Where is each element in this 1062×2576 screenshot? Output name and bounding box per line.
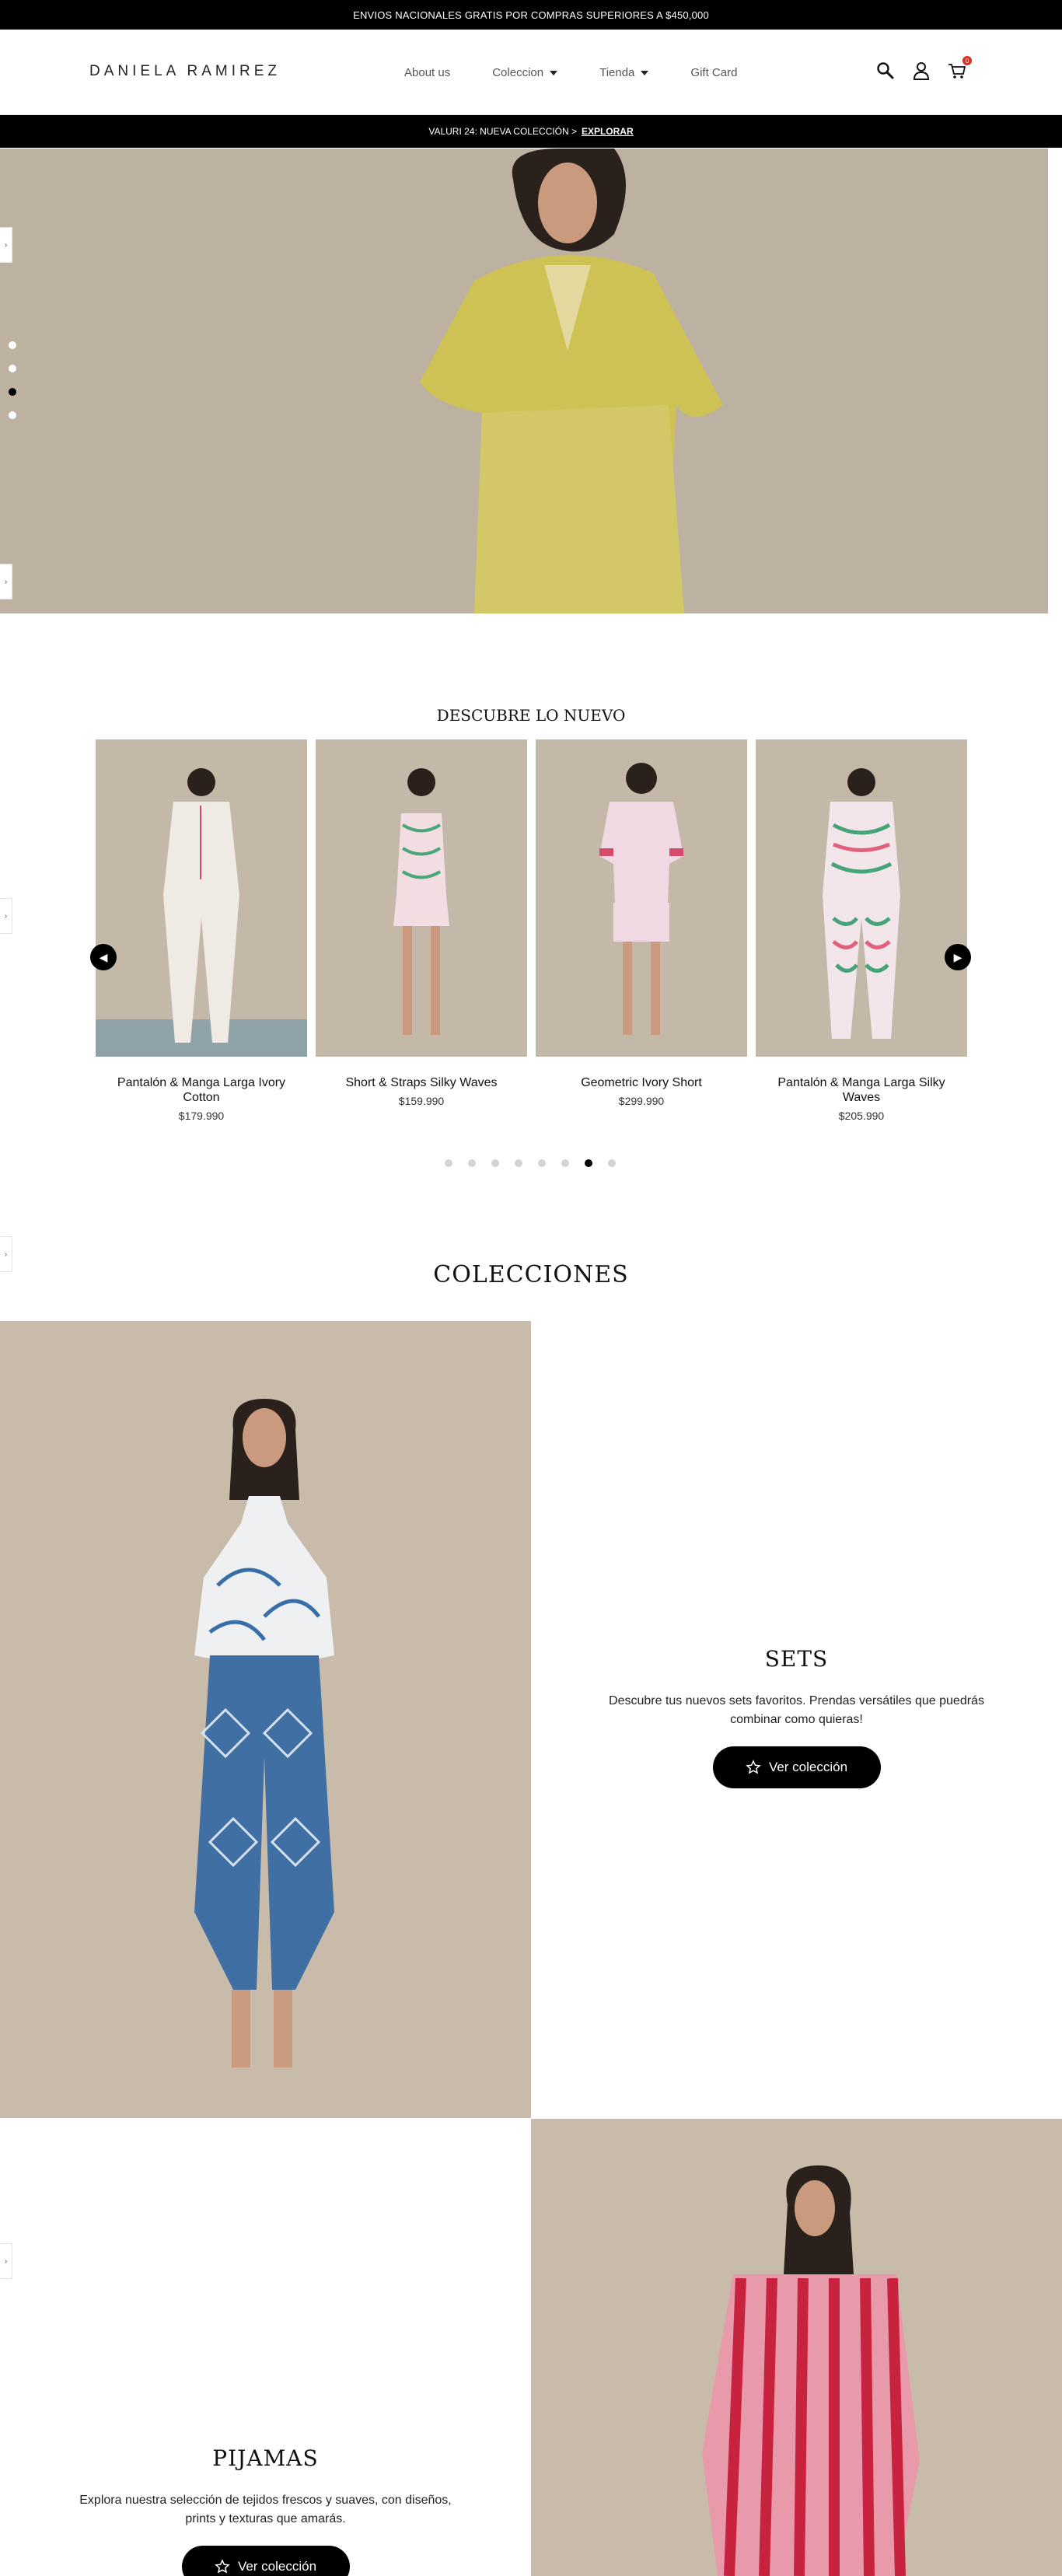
sets-collection-text: SETS Descubre tus nuevos sets favoritos.… xyxy=(531,1646,1062,1788)
pijamas-description-line-2: prints y texturas que amarás. xyxy=(185,2512,346,2525)
pijamas-title: PIJAMAS xyxy=(212,2445,319,2471)
side-drawer-tab[interactable]: › xyxy=(0,227,12,263)
product-price: $205.990 xyxy=(838,1110,885,1122)
product-name[interactable]: Pantalón & Manga Larga Ivory Cotton xyxy=(96,1075,307,1105)
pijamas-collection-text: PIJAMAS Explora nuestra selección de tej… xyxy=(0,2445,531,2576)
pijamas-description-line-1: Explora nuestra selección de tejidos fre… xyxy=(79,2494,452,2507)
nav-about-us[interactable]: About us xyxy=(404,66,450,79)
nav-coleccion[interactable]: Coleccion xyxy=(492,66,558,79)
site-header: DANIELA RAMIREZ About us Coleccion Tiend… xyxy=(0,30,1062,115)
shipping-banner: ENVIOS NACIONALES GRATIS POR COMPRAS SUP… xyxy=(0,0,1062,30)
pijamas-description: Explora nuestra selección de tejidos fre… xyxy=(0,2491,531,2529)
pijamas-view-collection-button[interactable]: Ver colección xyxy=(181,2546,350,2576)
hero-dot-active[interactable] xyxy=(9,388,16,396)
product-name[interactable]: Pantalón & Manga Larga Silky Waves xyxy=(756,1075,967,1105)
chevron-right-icon: › xyxy=(4,240,8,250)
hero-dot[interactable] xyxy=(9,365,16,372)
carousel-prev-button[interactable]: ◀ xyxy=(90,944,117,970)
chevron-right-icon: › xyxy=(4,911,8,921)
nav-about-us-label: About us xyxy=(404,66,451,79)
side-drawer-tab[interactable]: › xyxy=(0,2243,12,2279)
explorar-link[interactable]: EXPLORAR xyxy=(582,126,634,137)
side-drawer-tab[interactable]: › xyxy=(0,564,12,599)
sets-description-line-1: Descubre tus nuevos sets favoritos. Pren… xyxy=(609,1694,984,1707)
product-card[interactable]: Geometric Ivory Short $299.990 xyxy=(536,739,747,1107)
product-image[interactable] xyxy=(316,739,527,1057)
nav-coleccion-label: Coleccion xyxy=(492,66,544,79)
nav-tienda-label: Tienda xyxy=(599,66,635,79)
search-icon[interactable] xyxy=(875,61,896,81)
nav-gift-card[interactable]: Gift Card xyxy=(690,66,737,79)
product-name[interactable]: Geometric Ivory Short xyxy=(536,1075,747,1090)
product-image[interactable] xyxy=(536,739,747,1057)
carousel-dot[interactable] xyxy=(608,1159,616,1167)
chevron-right-icon: › xyxy=(4,2256,8,2266)
sets-title: SETS xyxy=(764,1646,829,1672)
product-image[interactable] xyxy=(756,739,967,1057)
product-card[interactable]: Pantalón & Manga Larga Ivory Cotton $179… xyxy=(96,739,307,1122)
hero-model-image xyxy=(420,149,723,613)
sets-collection-image[interactable] xyxy=(0,1321,531,2118)
user-icon[interactable] xyxy=(911,61,931,81)
product-image[interactable] xyxy=(96,739,307,1057)
cart-count-badge: 0 xyxy=(962,56,972,65)
sets-description-line-2: combinar como quieras! xyxy=(730,1713,863,1726)
star-icon xyxy=(215,2559,230,2574)
carousel-dot[interactable] xyxy=(491,1159,499,1167)
hero-edge xyxy=(1048,149,1062,613)
chevron-right-icon: ▶ xyxy=(953,950,962,963)
product-price: $159.990 xyxy=(398,1095,445,1107)
nav-tienda[interactable]: Tienda xyxy=(599,66,649,79)
collections-title: COLECCIONES xyxy=(433,1261,629,1288)
carousel-dot[interactable] xyxy=(468,1159,476,1167)
carousel-pagination xyxy=(445,1159,616,1167)
chevron-down-icon xyxy=(550,70,558,75)
nav-gift-card-label: Gift Card xyxy=(690,66,738,79)
product-card[interactable]: Short & Straps Silky Waves $159.990 xyxy=(316,739,527,1107)
header-actions: 0 xyxy=(875,56,972,81)
sets-button-label: Ver colección xyxy=(768,1760,848,1774)
main-nav: About us Coleccion Tienda Gift Card xyxy=(404,66,779,79)
product-price: $179.990 xyxy=(178,1110,225,1122)
side-drawer-tab[interactable]: › xyxy=(0,898,12,934)
chevron-down-icon xyxy=(641,70,649,75)
hero-dot[interactable] xyxy=(9,411,16,419)
sets-view-collection-button[interactable]: Ver colección xyxy=(712,1746,881,1788)
carousel-dot[interactable] xyxy=(515,1159,522,1167)
sets-description: Descubre tus nuevos sets favoritos. Pren… xyxy=(531,1692,1062,1729)
announcement-text: VALURI 24: NUEVA COLECCIÓN > xyxy=(428,126,577,137)
collection-announcement: VALURI 24: NUEVA COLECCIÓN > EXPLORAR xyxy=(0,115,1062,148)
pijamas-collection-image[interactable] xyxy=(531,2119,1062,2576)
carousel-dot[interactable] xyxy=(445,1159,452,1167)
chevron-right-icon: › xyxy=(4,1250,8,1259)
product-card[interactable]: Pantalón & Manga Larga Silky Waves $205.… xyxy=(756,739,967,1122)
carousel-dot[interactable] xyxy=(561,1159,569,1167)
hero-pagination xyxy=(9,341,16,419)
product-price: $299.990 xyxy=(618,1095,665,1107)
shipping-banner-text: ENVIOS NACIONALES GRATIS POR COMPRAS SUP… xyxy=(353,9,709,21)
hero-slider[interactable] xyxy=(0,149,1062,613)
cart-icon[interactable]: 0 xyxy=(947,56,972,81)
carousel-dot-active[interactable] xyxy=(585,1159,592,1167)
chevron-left-icon: ◀ xyxy=(99,950,108,963)
star-icon xyxy=(746,1760,761,1774)
brand-logo[interactable]: DANIELA RAMIREZ xyxy=(89,63,281,80)
hero-dot[interactable] xyxy=(9,341,16,349)
pijamas-button-label: Ver colección xyxy=(237,2559,317,2574)
chevron-right-icon: › xyxy=(4,577,8,586)
carousel-next-button[interactable]: ▶ xyxy=(945,944,971,970)
carousel-dot[interactable] xyxy=(538,1159,546,1167)
product-name[interactable]: Short & Straps Silky Waves xyxy=(316,1075,527,1090)
new-section-title: DESCUBRE LO NUEVO xyxy=(436,706,626,725)
